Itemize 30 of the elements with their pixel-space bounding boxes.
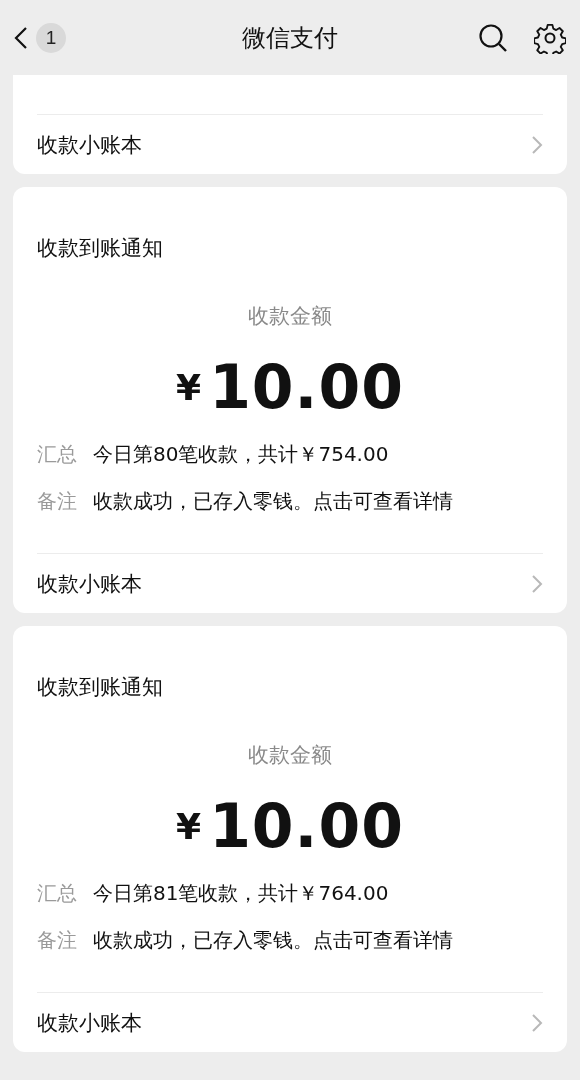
row-label: 汇总 [37,880,77,907]
amount-value: 10.00 [209,352,404,422]
settings-icon [534,21,566,54]
row-value: 收款成功，已存入零钱。点击可查看详情 [93,927,453,954]
row-label: 备注 [37,488,77,515]
search-icon [478,22,508,53]
unread-badge: 1 [36,22,66,53]
card-title: 收款到账通知 [37,236,163,260]
chevron-right-icon [531,1012,543,1033]
amount-label: 收款金额 [248,304,332,328]
amount-value: 10.00 [209,791,404,861]
row-value: 收款成功，已存入零钱。点击可查看详情 [93,488,453,515]
row-value: 今日第81笔收款，共计￥764.00 [93,880,389,907]
row-label: 备注 [37,927,77,954]
settings-button[interactable] [534,21,566,54]
ledger-link[interactable]: 收款小账本 [37,554,543,613]
search-button[interactable] [478,22,508,53]
currency-symbol: ¥ [176,805,202,847]
back-button[interactable]: 1 [14,22,66,53]
amount-label: 收款金额 [248,743,332,767]
page-title: 微信支付 [242,23,338,52]
back-icon [14,25,28,50]
ledger-link[interactable]: 收款小账本 [37,993,543,1052]
currency-symbol: ¥ [176,366,202,408]
chevron-right-icon [531,134,543,155]
card-title: 收款到账通知 [37,675,163,699]
row-label: 汇总 [37,441,77,468]
ledger-link[interactable]: 收款小账本 [37,115,543,174]
chevron-right-icon [531,573,543,594]
row-value: 今日第80笔收款，共计￥754.00 [93,441,389,468]
